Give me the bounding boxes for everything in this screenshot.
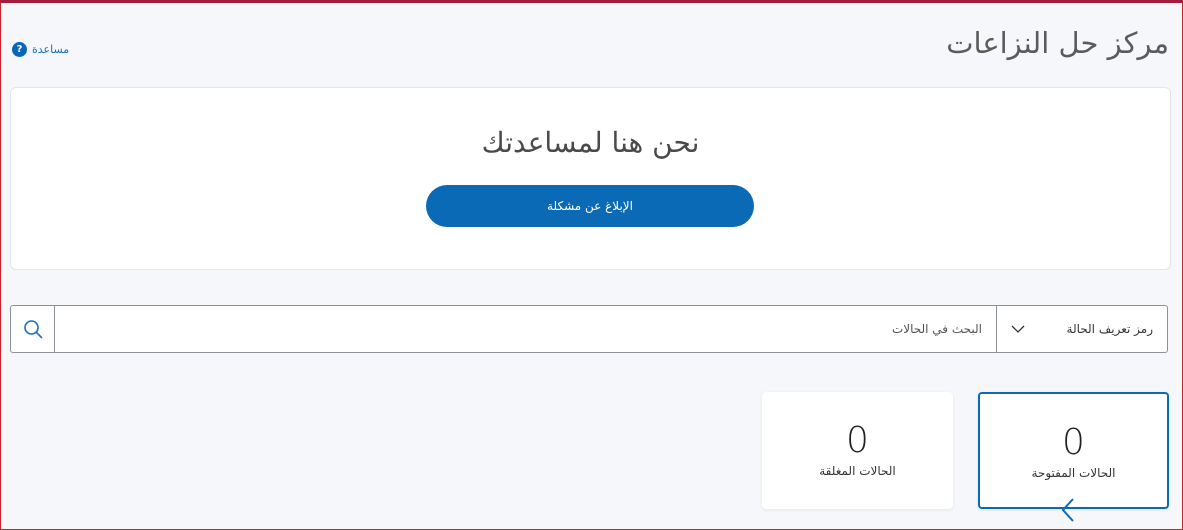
closed-cases-card[interactable]: 0 الحالات المغلقة [762,392,953,509]
case-search-bar: رمز تعريف الحالة [10,305,1168,353]
search-icon [23,320,42,339]
chevron-down-icon [1011,325,1025,333]
open-cases-label: الحالات المفتوحة [1031,466,1116,480]
open-cases-count: 0 [1062,422,1085,463]
hero-panel: نحن هنا لمساعدتك الإبلاغ عن مشكلة [10,87,1171,270]
closed-cases-label: الحالات المغلقة [819,464,896,478]
hero-heading: نحن هنا لمساعدتك [481,126,700,159]
case-search-input[interactable] [55,306,996,352]
search-type-label: رمز تعريف الحالة [1066,322,1153,336]
report-problem-button[interactable]: الإبلاغ عن مشكلة [426,185,754,227]
help-link[interactable]: ? مساعدة [12,42,69,57]
page-title: مركز حل النزاعات [946,26,1169,60]
help-icon: ? [12,42,27,57]
help-label: مساعدة [32,43,70,56]
search-button[interactable] [11,306,55,352]
search-type-dropdown[interactable]: رمز تعريف الحالة [996,306,1167,352]
chevron-left-icon [1061,498,1074,522]
closed-cases-count: 0 [846,420,869,461]
open-cases-card[interactable]: 0 الحالات المفتوحة [978,392,1169,509]
